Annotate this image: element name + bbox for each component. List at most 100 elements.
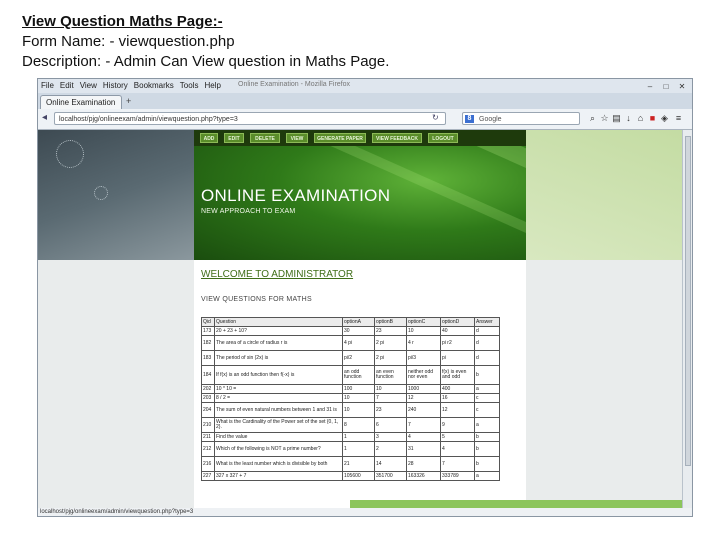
table-cell: a <box>474 471 500 481</box>
table-cell: 30 <box>342 326 375 336</box>
table-cell: 1000 <box>406 384 441 394</box>
table-cell: 400 <box>440 384 475 394</box>
table-cell: The sum of even natural numbers between … <box>214 402 343 418</box>
table-cell: 212 <box>201 441 215 457</box>
browser-screenshot: File Edit View History Bookmarks Tools Help On… <box>37 78 693 517</box>
background-left-decoration <box>38 130 194 260</box>
site-subtitle: NEW APPROACH TO EXAM <box>201 208 296 215</box>
table-cell: d <box>474 335 500 351</box>
table-cell: 7 <box>440 456 475 472</box>
table-cell: 4 <box>406 432 441 442</box>
table-cell: d <box>474 326 500 336</box>
navigation-toolbar: ◂ localhost/pjg/onlineexam/admin/viewque… <box>38 109 692 130</box>
nav-delete[interactable]: DELETE <box>250 133 280 143</box>
table-cell: b <box>474 456 500 472</box>
table-cell: 10 <box>374 384 407 394</box>
table-row: 182 The area of a circle of radius r is 4 … <box>201 335 500 351</box>
site-navigation: ADD EDIT DELETE VIEW GENERATE PAPER VIEW… <box>194 130 526 146</box>
table-cell: 7 <box>406 417 441 433</box>
window-controls: – □ ✕ <box>642 80 690 91</box>
document-title: View Question Maths Page:- <box>22 13 223 30</box>
close-icon[interactable]: ✕ <box>674 80 690 91</box>
tab-online-examination[interactable]: Online Examination <box>40 95 122 109</box>
menu-edit[interactable]: Edit <box>57 79 77 90</box>
shield-icon[interactable]: ◈ <box>660 114 669 123</box>
address-bar[interactable]: localhost/pjg/onlineexam/admin/viewquest… <box>54 112 446 125</box>
nav-view[interactable]: VIEW <box>286 133 308 143</box>
table-row: 210 What is the Cardinality of the Power … <box>201 417 500 433</box>
table-cell: 211 <box>201 432 215 442</box>
table-cell: 21 <box>342 456 375 472</box>
window-title: Online Examination - Mozilla Firefox <box>238 81 351 88</box>
addon-icon[interactable]: ■ <box>648 114 657 123</box>
table-cell: 227 <box>201 471 215 481</box>
table-cell: an odd function <box>342 365 375 385</box>
nav-view-feedback[interactable]: VIEW FEEDBACK <box>372 133 422 143</box>
bookmarks-icon[interactable]: ▤ <box>612 114 621 123</box>
table-cell: 23 <box>374 402 407 418</box>
vertical-scrollbar[interactable] <box>682 130 692 508</box>
menu-help[interactable]: Help <box>201 79 223 90</box>
status-bar: localhost/pjg/onlineexam/admin/viewquest… <box>38 508 692 516</box>
menu-view[interactable]: View <box>77 79 100 90</box>
table-cell: 10 <box>342 402 375 418</box>
table-cell: 1 <box>342 441 375 457</box>
menu-file[interactable]: File <box>38 79 57 90</box>
search-input[interactable]: 8 Google <box>462 112 580 125</box>
menu-history[interactable]: History <box>100 79 131 90</box>
column-header: optionC <box>406 317 441 327</box>
maximize-icon[interactable]: □ <box>658 80 674 91</box>
table-cell: 31 <box>406 441 441 457</box>
table-cell: 10 <box>406 326 441 336</box>
column-header: Qid <box>201 317 215 327</box>
minimize-icon[interactable]: – <box>642 80 658 91</box>
table-cell: The period of sin (2x) is <box>214 350 343 366</box>
table-cell: 182 <box>201 335 215 351</box>
table-cell: 2 pi <box>374 350 407 366</box>
table-cell: b <box>474 441 500 457</box>
table-cell: 28 <box>406 456 441 472</box>
back-icon[interactable]: ◂ <box>42 112 47 123</box>
table-cell: 10 * 10 = <box>214 384 343 394</box>
table-cell: 2 pi <box>374 335 407 351</box>
nav-add[interactable]: ADD <box>200 133 218 143</box>
table-cell: 204 <box>201 402 215 418</box>
column-header: optionA <box>342 317 375 327</box>
site-page: ADD EDIT DELETE VIEW GENERATE PAPER VIEW… <box>194 130 682 508</box>
table-cell: 10 <box>342 393 375 403</box>
menu-tools[interactable]: Tools <box>177 79 202 90</box>
table-cell: What is the Cardinality of the Power set… <box>214 417 343 433</box>
table-cell: pi/3 <box>406 350 441 366</box>
column-header: optionD <box>440 317 475 327</box>
download-icon[interactable]: ↓ <box>624 114 633 123</box>
table-row: 227 327 x 327 + 7 105600 351700 163326 333789… <box>201 471 500 481</box>
table-cell: c <box>474 402 500 418</box>
table-cell: 23 <box>374 326 407 336</box>
nav-generate-paper[interactable]: GENERATE PAPER <box>314 133 366 143</box>
new-tab-icon[interactable]: + <box>126 96 131 106</box>
nav-edit[interactable]: EDIT <box>224 133 244 143</box>
table-cell: c <box>474 393 500 403</box>
table-cell: 333789 <box>440 471 475 481</box>
home-icon[interactable]: ⌂ <box>636 114 645 123</box>
scrollbar-thumb[interactable] <box>685 136 691 466</box>
search-icon[interactable]: ⌕ <box>588 114 597 123</box>
google-icon: 8 <box>465 115 474 123</box>
browser-menubar: File Edit View History Bookmarks Tools Help On… <box>38 79 692 93</box>
nav-logout[interactable]: LOGOUT <box>428 133 458 143</box>
table-cell: 16 <box>440 393 475 403</box>
table-cell: Which of the following is NOT a prime nu… <box>214 441 343 457</box>
tab-strip: Online Examination + <box>38 93 692 109</box>
reload-icon[interactable]: ↻ <box>432 113 439 122</box>
menu-hamburger-icon[interactable]: ≡ <box>674 114 683 123</box>
table-row: 183 The period of sin (2x) is pi/2 2 pi pi/3… <box>201 350 500 366</box>
menu-bookmarks[interactable]: Bookmarks <box>131 79 177 90</box>
table-cell: 6 <box>374 417 407 433</box>
table-cell: 210 <box>201 417 215 433</box>
table-cell: 203 <box>201 393 215 403</box>
table-cell: 9 <box>440 417 475 433</box>
table-cell: pi <box>440 350 475 366</box>
bookmark-star-icon[interactable]: ☆ <box>600 114 609 123</box>
table-cell: d <box>474 350 500 366</box>
table-row: 204 The sum of even natural numbers betwe… <box>201 402 500 418</box>
